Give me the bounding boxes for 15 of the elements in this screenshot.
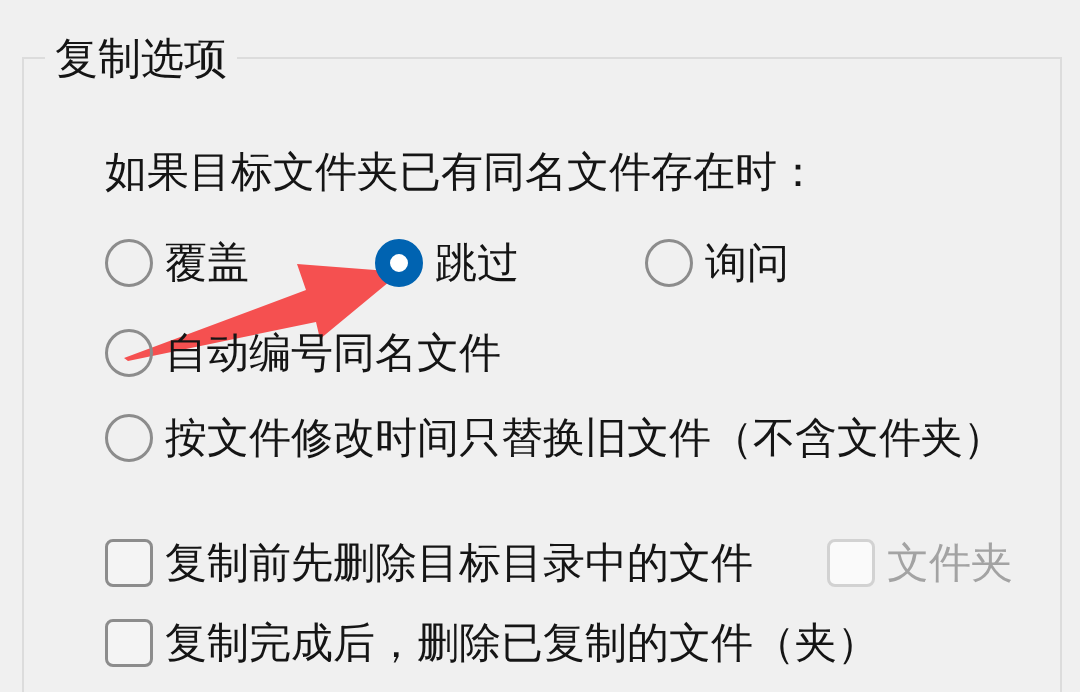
checkbox[interactable] (105, 619, 153, 667)
option-label: 按文件修改时间只替换旧文件（不含文件夹） (165, 412, 1005, 464)
checkbox[interactable] (105, 539, 153, 587)
option-label: 覆盖 (165, 237, 249, 289)
radio-button[interactable] (645, 239, 693, 287)
option-label: 跳过 (435, 237, 519, 289)
option-label: 询问 (705, 237, 789, 289)
group-title: 复制选项 (54, 32, 228, 84)
radio-button[interactable] (105, 414, 153, 462)
checkbox-label: 复制前先删除目标目录中的文件 (165, 537, 753, 589)
checkbox-label: 复制完成后，删除已复制的文件（夹） (165, 617, 879, 669)
prompt-text: 如果目标文件夹已有同名文件存在时： (105, 146, 819, 198)
radio-button[interactable] (105, 239, 153, 287)
radio-button[interactable] (375, 239, 423, 287)
checkbox-label: 文件夹 (887, 537, 1013, 589)
